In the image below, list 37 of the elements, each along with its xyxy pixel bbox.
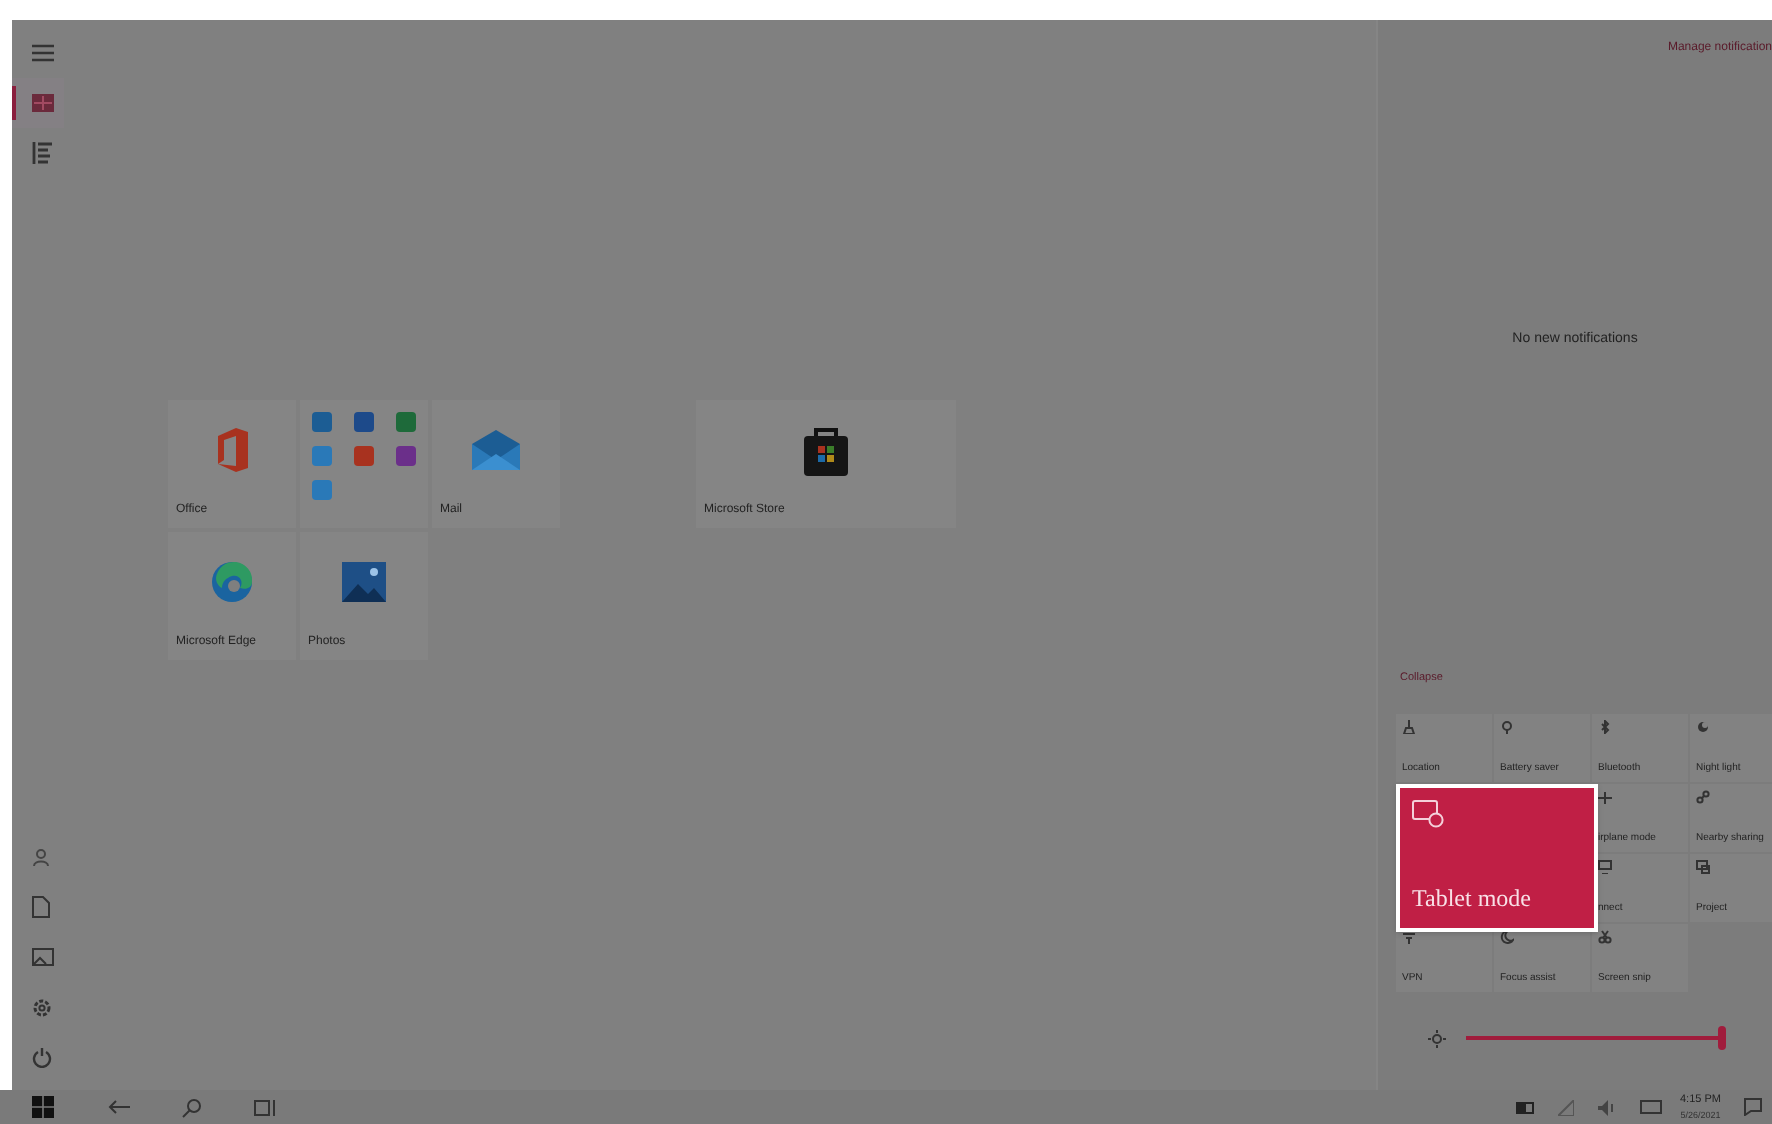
picture-icon[interactable] bbox=[32, 948, 54, 966]
rail-item[interactable] bbox=[12, 78, 64, 128]
document-icon[interactable] bbox=[32, 896, 50, 918]
signal-icon[interactable] bbox=[1558, 1099, 1574, 1115]
brightness-icon bbox=[1428, 1029, 1446, 1047]
keyboard-icon[interactable] bbox=[1640, 1100, 1662, 1114]
speaker-icon[interactable] bbox=[1598, 1099, 1616, 1115]
list-icon[interactable] bbox=[32, 142, 52, 164]
tiles-icon[interactable] bbox=[32, 94, 54, 112]
swirl-icon bbox=[210, 560, 254, 604]
shopping-bag-icon bbox=[802, 424, 850, 476]
moon-icon bbox=[1696, 720, 1710, 734]
menu-icon[interactable] bbox=[32, 44, 54, 62]
landscape-picture-icon bbox=[342, 562, 386, 602]
share-icon bbox=[1696, 790, 1710, 804]
bluetooth-icon bbox=[1598, 720, 1612, 734]
notification-icon[interactable] bbox=[1744, 1098, 1763, 1116]
search-icon[interactable] bbox=[182, 1097, 202, 1117]
scissors-icon bbox=[1598, 930, 1612, 944]
user-icon[interactable] bbox=[32, 848, 50, 866]
tile-label: Tablet mode bbox=[1412, 882, 1533, 916]
start-icon[interactable] bbox=[32, 1096, 54, 1118]
settings-icon[interactable] bbox=[32, 997, 52, 1017]
projector-icon bbox=[1696, 860, 1710, 874]
back-icon[interactable] bbox=[108, 1100, 130, 1114]
task-view-icon[interactable] bbox=[254, 1099, 276, 1115]
screen-icon bbox=[1598, 860, 1612, 874]
brightness-slider[interactable] bbox=[1462, 1026, 1726, 1050]
tablet-mode-tile[interactable]: Tablet mode bbox=[1396, 784, 1598, 932]
selection-indicator bbox=[12, 86, 16, 120]
moon-icon bbox=[1500, 930, 1514, 944]
office-icon bbox=[214, 428, 250, 472]
slider-thumb[interactable] bbox=[1718, 1026, 1726, 1050]
power-icon[interactable] bbox=[32, 1047, 52, 1067]
envelope-icon bbox=[470, 430, 522, 470]
tile-folder[interactable] bbox=[300, 400, 428, 528]
tablet-icon bbox=[1412, 800, 1444, 828]
